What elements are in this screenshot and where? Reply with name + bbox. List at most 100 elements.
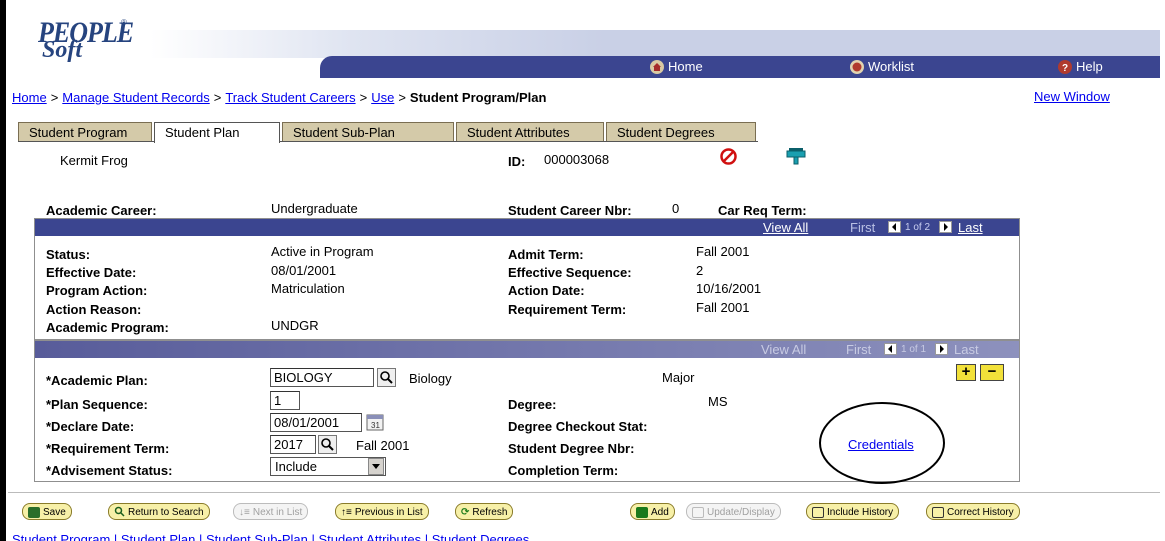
window-left-border (0, 0, 6, 541)
academic-program-label: Academic Program: (46, 320, 169, 335)
not-allowed-icon[interactable] (720, 148, 737, 168)
footer-link-student-plan[interactable]: Student Plan (121, 532, 195, 541)
refresh-label: Refresh (472, 507, 508, 518)
toolbar-divider (8, 492, 1160, 493)
next-in-list-label: Next in List (252, 507, 303, 518)
completion-term-label: Completion Term: (508, 463, 619, 478)
academic-plan-description: Biology (409, 371, 452, 386)
nav-help-label: Help (1076, 59, 1103, 74)
breadcrumb-separator: > (213, 90, 222, 105)
add-row-button[interactable]: + (956, 364, 976, 381)
academic-plan-lookup-icon[interactable] (377, 368, 396, 387)
effective-date-label: Effective Date: (46, 265, 137, 280)
nav-help[interactable]: ? Help (1058, 59, 1103, 74)
breadcrumb-manage-student-records[interactable]: Manage Student Records (62, 90, 209, 105)
nav-home[interactable]: Home (650, 59, 703, 74)
refresh-button[interactable]: ⟳ Refresh (455, 503, 514, 520)
plan-requirement-term-description: Fall 2001 (356, 438, 410, 453)
delete-row-button[interactable]: − (980, 364, 1004, 381)
refresh-icon: ⟳ (461, 507, 470, 518)
new-window-link[interactable]: New Window (1034, 89, 1110, 104)
plan-first-link[interactable]: First (846, 342, 871, 357)
requirement-term-value: Fall 2001 (696, 300, 750, 315)
tab-student-program[interactable]: Student Program (18, 122, 152, 141)
footer-link-student-sub-plan[interactable]: Student Sub-Plan (206, 532, 308, 541)
academic-plan-input[interactable] (270, 368, 374, 387)
student-degree-nbr-label: Student Degree Nbr: (508, 441, 635, 456)
student-career-nbr-value: 0 (672, 201, 680, 216)
action-date-value: 10/16/2001 (696, 281, 762, 296)
breadcrumb-home[interactable]: Home (12, 90, 47, 105)
breadcrumb-track-student-careers[interactable]: Track Student Careers (225, 90, 355, 105)
program-scroll-bar: View All First 1 of 2 Last (35, 219, 1019, 236)
nav-worklist-label: Worklist (868, 59, 914, 74)
tab-student-degrees[interactable]: Student Degrees (606, 122, 756, 141)
chevron-down-icon[interactable] (368, 458, 384, 475)
footer-link-student-program[interactable]: Student Program (12, 532, 110, 541)
next-icon: ↓≡ (239, 507, 250, 518)
academic-plan-label: *Academic Plan: (46, 373, 148, 388)
calendar-icon[interactable]: 31 (366, 413, 385, 435)
status-value: Active in Program (271, 244, 374, 259)
status-label: Status: (46, 247, 91, 262)
academic-career-label: Academic Career: (46, 203, 157, 218)
program-last-link[interactable]: Last (958, 220, 983, 235)
plan-requirement-term-label: *Requirement Term: (46, 441, 170, 456)
breadcrumb-separator: > (359, 90, 368, 105)
program-next-icon[interactable] (939, 221, 952, 236)
program-first-link[interactable]: First (850, 220, 875, 235)
program-view-all-link[interactable]: View All (763, 220, 808, 235)
next-in-list-button[interactable]: ↓≡ Next in List (233, 503, 309, 520)
footer-link-student-degrees[interactable]: Student Degrees (432, 532, 530, 541)
degree-label: Degree: (508, 397, 557, 412)
footer-link-student-attributes[interactable]: Student Attributes (318, 532, 421, 541)
effective-sequence-label: Effective Sequence: (508, 265, 632, 280)
effective-date-value: 08/01/2001 (271, 263, 337, 278)
return-to-search-label: Return to Search (128, 507, 204, 518)
nav-worklist[interactable]: Worklist (850, 59, 914, 74)
academic-program-value: UNDGR (271, 318, 319, 333)
plan-requirement-term-input[interactable] (270, 435, 316, 454)
student-career-nbr-label: Student Career Nbr: (508, 203, 632, 218)
student-name: Kermit Frog (60, 153, 128, 168)
return-to-search-button[interactable]: Return to Search (108, 503, 210, 520)
update-icon (692, 507, 704, 518)
breadcrumb-separator: > (398, 90, 406, 105)
program-action-value: Matriculation (271, 281, 345, 296)
tab-student-sub-plan[interactable]: Student Sub-Plan (282, 122, 454, 141)
include-history-button[interactable]: Include History (806, 503, 900, 520)
peoplesoft-logo: PEOPLE ® Soft (12, 14, 162, 63)
save-button[interactable]: Save (22, 503, 72, 520)
breadcrumb-use[interactable]: Use (371, 90, 394, 105)
add-label: Add (651, 507, 669, 518)
action-date-label: Action Date: (508, 283, 585, 298)
plan-sequence-input[interactable] (270, 391, 300, 410)
car-req-term-label: Car Req Term: (718, 203, 807, 218)
tab-student-attributes[interactable]: Student Attributes (456, 122, 604, 141)
service-indicator-icon[interactable] (786, 148, 806, 168)
add-button[interactable]: Add (630, 503, 675, 520)
tab-student-plan[interactable]: Student Plan (154, 122, 280, 143)
plan-next-icon[interactable] (935, 343, 948, 358)
declare-date-label: *Declare Date: (46, 419, 135, 434)
previous-in-list-button[interactable]: ↑≡ Previous in List (335, 503, 429, 520)
logo-text-bottom: Soft (42, 37, 83, 63)
credentials-link[interactable]: Credentials (848, 437, 914, 452)
effective-sequence-value: 2 (696, 263, 704, 278)
requirement-term-lookup-icon[interactable] (318, 435, 337, 454)
advisement-status-select[interactable]: Include (270, 457, 386, 476)
plan-view-all-link[interactable]: View All (761, 342, 806, 357)
svg-text:?: ? (1062, 63, 1068, 74)
declare-date-input[interactable] (270, 413, 362, 432)
breadcrumb-current: Student Program/Plan (409, 90, 547, 105)
correct-history-button[interactable]: Correct History (926, 503, 1020, 520)
advisement-status-value: Include (275, 459, 317, 474)
plan-last-link[interactable]: Last (954, 342, 979, 357)
update-display-button[interactable]: Update/Display (686, 503, 781, 520)
program-prev-icon[interactable] (888, 221, 901, 236)
add-icon (636, 507, 648, 518)
plan-prev-icon[interactable] (884, 343, 897, 358)
id-value: 000003068 (544, 152, 610, 167)
nav-home-label: Home (668, 59, 703, 74)
admit-term-label: Admit Term: (508, 247, 584, 262)
